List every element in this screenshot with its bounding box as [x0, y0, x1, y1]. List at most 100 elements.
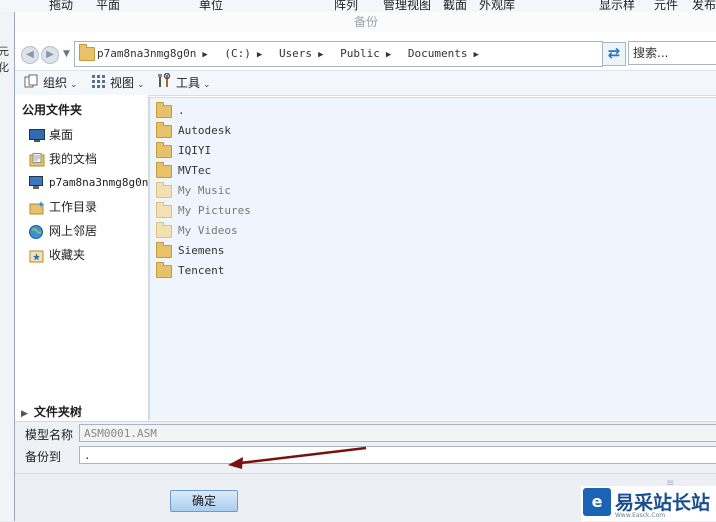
nav-item-working-directory[interactable]: 工作目录 [29, 197, 97, 217]
file-name: IQIYI [178, 144, 212, 157]
chevron-down-icon: ⌄ [203, 80, 211, 90]
breadcrumb-item[interactable]: p7am8na3nmg8g0n [97, 47, 196, 60]
file-name: My Videos [178, 224, 238, 237]
nav-item-computer[interactable]: p7am8na3nmg8g0n [29, 173, 148, 193]
list-item[interactable]: Autodesk [156, 121, 231, 141]
nav-item-label: p7am8na3nmg8g0n [49, 176, 149, 189]
model-name-field: ASM0001.ASM [79, 424, 716, 442]
watermark-text: 易采站长站 [615, 492, 711, 514]
refresh-icon: ⇄ [607, 44, 621, 62]
desktop-icon [29, 128, 45, 143]
breadcrumb-arrow-icon[interactable]: ▶ [318, 50, 323, 60]
list-item[interactable]: My Pictures [156, 201, 251, 221]
address-row: ◀ ▶ ▼ p7am8na3nmg8g0n ▶ (C:) ▶ Users ▶ Publ… [15, 40, 716, 68]
file-name: Autodesk [178, 124, 231, 137]
nav-item-my-documents[interactable]: 我的文档 [29, 149, 97, 169]
backup-to-field[interactable]: . [79, 446, 716, 464]
ok-button[interactable]: 确定 [170, 490, 238, 512]
file-name: Siemens [178, 244, 225, 257]
documents-icon [29, 152, 45, 167]
breadcrumb-item[interactable]: Documents [408, 47, 468, 60]
working-folder-icon [29, 200, 45, 215]
tools-menu[interactable]: 工具 ⌄ [157, 71, 211, 95]
watermark-subtext: Www.Easck.Com [615, 512, 666, 519]
watermark-logo-icon: e [583, 488, 611, 516]
chevron-down-icon: ⌄ [70, 80, 78, 90]
folder-icon [156, 241, 172, 258]
organize-menu[interactable]: 组织 ⌄ [24, 71, 78, 95]
dialog-title: 备份 [15, 12, 716, 32]
nav-item-network[interactable]: 网上邻居 [29, 221, 97, 241]
backup-dialog: 备份 ◀ ▶ ▼ p7am8na3nmg8g0n ▶ (C:) ▶ Users ▶ P… [14, 12, 716, 522]
file-name: My Pictures [178, 204, 251, 217]
breadcrumb-item[interactable]: (C:) [224, 47, 251, 60]
organize-label: 组织 [43, 76, 68, 90]
app-side-panel: 元化 [0, 12, 15, 521]
search-input[interactable]: 搜索... [628, 41, 716, 65]
folder-icon [156, 221, 172, 238]
back-arrow-icon: ◀ [26, 49, 34, 60]
breadcrumb-arrow-icon[interactable]: ▶ [386, 50, 391, 60]
folder-tree-toggle[interactable]: ▶ 文件夹树 [21, 403, 82, 420]
computer-icon [29, 176, 45, 190]
side-panel-label: 元化 [0, 45, 9, 74]
nav-item-label: 收藏夹 [49, 248, 86, 262]
nav-item-desktop[interactable]: 桌面 [29, 125, 73, 145]
file-name: My Music [178, 184, 231, 197]
public-folders-header: 公用文件夹 [22, 103, 83, 117]
nav-item-label: 我的文档 [49, 152, 98, 166]
recent-locations-dropdown[interactable]: ▼ [63, 46, 70, 62]
tools-label: 工具 [176, 76, 201, 90]
list-item[interactable]: Siemens [156, 241, 224, 261]
file-name: Tencent [178, 264, 225, 277]
folder-icon [156, 121, 172, 138]
list-item[interactable]: My Videos [156, 221, 238, 241]
breadcrumb-arrow-icon[interactable]: ▶ [474, 50, 479, 60]
folder-icon [79, 44, 95, 61]
file-name: MVTec [178, 164, 212, 177]
file-list: . Autodesk IQIYI MVTec My Music My Pictu… [149, 97, 716, 420]
forward-button[interactable]: ▶ [41, 46, 59, 64]
nav-item-label: 网上邻居 [49, 224, 98, 238]
navigation-pane: 公用文件夹 桌面 我的文档 p7am8na3nmg8g0n 工作目录 网上邻居 [15, 95, 148, 421]
list-item[interactable]: Tencent [156, 261, 224, 281]
address-bar[interactable]: p7am8na3nmg8g0n ▶ (C:) ▶ Users ▶ Public ▶ Do… [74, 41, 658, 67]
list-item[interactable]: MVTec [156, 161, 211, 181]
list-item[interactable]: My Music [156, 181, 231, 201]
watermark: e 易采站长站 Www.Easck.Com [581, 486, 716, 521]
folder-icon [156, 261, 172, 278]
tools-icon [157, 72, 172, 96]
list-item[interactable]: IQIYI [156, 141, 211, 161]
favorites-icon [29, 249, 45, 263]
nav-item-favorites[interactable]: 收藏夹 [29, 245, 85, 265]
breadcrumb: p7am8na3nmg8g0n ▶ (C:) ▶ Users ▶ Public ▶ Do… [97, 42, 489, 66]
back-button[interactable]: ◀ [21, 46, 39, 64]
model-name-label: 模型名称 [25, 428, 74, 442]
file-name: . [178, 104, 185, 117]
folder-icon [156, 201, 172, 218]
breadcrumb-arrow-icon[interactable]: ▶ [202, 50, 207, 60]
list-item[interactable]: . [156, 101, 185, 121]
nav-item-label: 工作目录 [49, 200, 98, 214]
chevron-down-icon: ⌄ [137, 80, 145, 90]
organize-icon [24, 72, 39, 96]
breadcrumb-item[interactable]: Users [279, 47, 312, 60]
nav-item-label: 桌面 [49, 128, 74, 142]
breadcrumb-arrow-icon[interactable]: ▶ [257, 50, 262, 60]
command-bar: 组织 ⌄ 视图 ⌄ 工具 ⌄ [15, 70, 716, 96]
form-fields: 模型名称 ASM0001.ASM 备份到 . [15, 421, 716, 474]
folder-icon [156, 181, 172, 198]
backup-to-label: 备份到 [25, 450, 62, 464]
views-icon [91, 72, 106, 96]
folder-icon [156, 141, 172, 158]
folder-icon [156, 101, 172, 118]
network-icon [29, 224, 45, 239]
expand-triangle-icon: ▶ [21, 409, 28, 419]
views-label: 视图 [110, 76, 135, 90]
breadcrumb-item[interactable]: Public [340, 47, 380, 60]
forward-arrow-icon: ▶ [46, 49, 54, 60]
folder-tree-label: 文件夹树 [33, 405, 82, 419]
folder-icon [156, 161, 172, 178]
views-menu[interactable]: 视图 ⌄ [91, 71, 145, 95]
refresh-button[interactable]: ⇄ [602, 42, 626, 66]
